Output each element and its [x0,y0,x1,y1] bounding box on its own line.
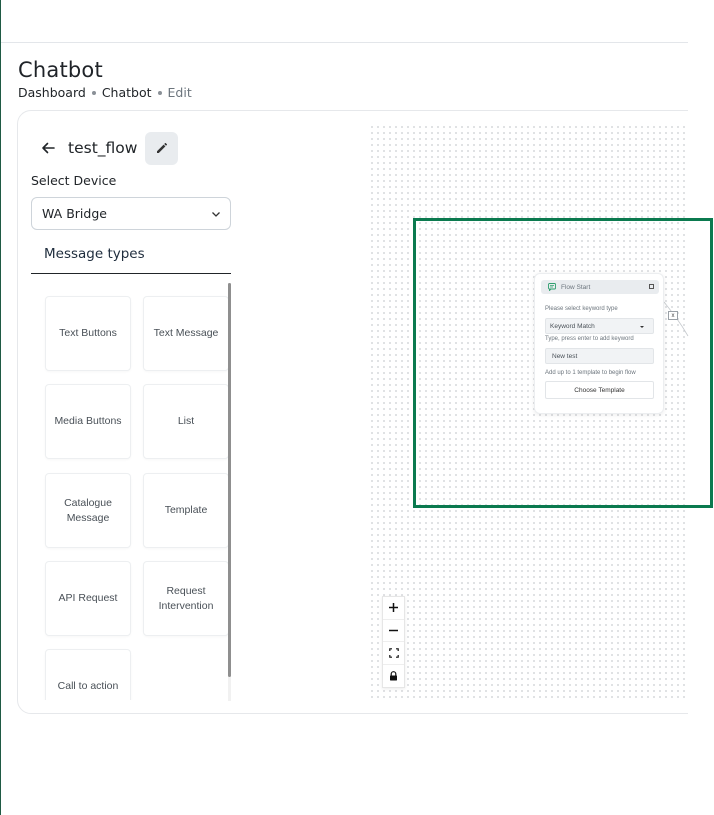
zoom-in-button[interactable] [383,597,404,620]
flow-start-node-header: Flow Start [541,280,659,294]
lock-icon [390,670,397,681]
template-hint: Add up to 1 template to begin flow [545,370,636,376]
edit-flow-name-button[interactable] [145,131,179,165]
message-types-list: Text Buttons Text Message Media Buttons … [31,282,231,700]
lock-button[interactable] [383,664,404,687]
message-type-catalogue-message[interactable]: Catalogue Message [45,473,131,548]
keyword-hint: Type, press enter to add keyword [545,336,634,342]
breadcrumb-separator [91,90,96,95]
zoom-out-button[interactable] [383,619,404,642]
message-type-text-message[interactable]: Text Message [143,296,229,371]
flow-start-title: Flow Start [561,283,591,291]
keyword-type-label: Please select keyword type [545,306,618,312]
tab-message-types[interactable]: Message types [31,238,231,274]
choose-template-button[interactable]: Choose Template [545,381,654,399]
flow-name: test_flow [68,139,138,157]
chevron-down-icon [212,212,220,217]
node-edge [663,301,689,337]
keyword-chip[interactable]: New test [545,348,654,364]
arrow-left-icon [42,142,55,154]
device-select[interactable]: WA Bridge [31,197,231,230]
zoom-controls [382,596,405,688]
fit-view-icon [388,647,399,658]
breadcrumb-dashboard[interactable]: Dashboard [18,85,86,100]
message-type-list[interactable]: List [143,384,229,459]
scrollbar-thumb[interactable] [228,283,231,677]
back-button[interactable] [38,138,58,158]
keyword-type-select[interactable]: Keyword Match [545,318,654,334]
message-type-request-intervention[interactable]: Request Intervention [143,561,229,636]
top-bar [1,0,688,43]
flow-header: test_flow [38,131,179,165]
message-type-media-buttons[interactable]: Media Buttons [45,384,131,459]
message-type-text-buttons[interactable]: Text Buttons [45,296,131,371]
breadcrumb: Dashboard Chatbot Edit [18,85,192,100]
message-type-call-to-action[interactable]: Call to action [45,649,131,700]
message-type-template[interactable]: Template [143,473,229,548]
breadcrumb-chatbot[interactable]: Chatbot [102,85,152,100]
pencil-icon [156,142,168,153]
edge-delete-button[interactable]: x [668,311,678,320]
node-output-handle[interactable] [649,284,654,289]
flow-start-node[interactable]: Flow Start Please select keyword type Ke… [534,273,664,414]
caret-down-icon [640,326,644,328]
zoom-in-icon [389,603,398,613]
message-types-scrollbar[interactable] [228,283,231,701]
fit-view-button[interactable] [383,642,404,665]
page-title: Chatbot [18,58,103,82]
select-device-label: Select Device [31,173,117,188]
chat-icon [548,283,556,291]
breadcrumb-separator [157,90,162,95]
message-type-api-request[interactable]: API Request [45,561,131,636]
zoom-out-icon [389,629,398,631]
device-select-value: WA Bridge [42,206,107,221]
keyword-type-value: Keyword Match [550,323,595,330]
breadcrumb-edit: Edit [167,85,192,100]
left-border [0,0,1,815]
